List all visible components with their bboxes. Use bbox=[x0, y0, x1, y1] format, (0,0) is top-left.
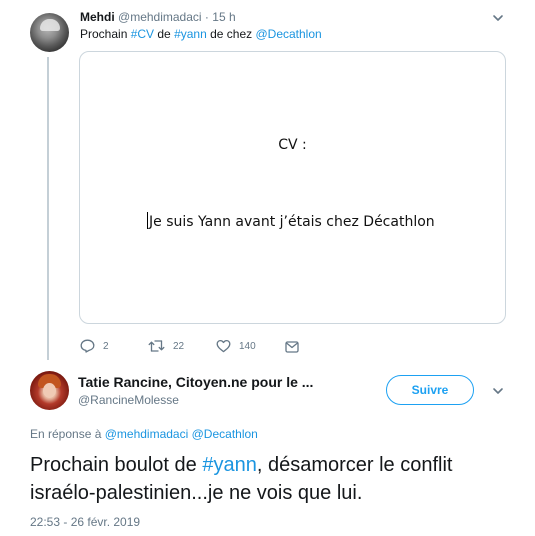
direct-message-button[interactable] bbox=[285, 338, 299, 354]
like-icon bbox=[216, 339, 231, 353]
display-name[interactable]: Tatie Rancine, Citoyen.ne pour le ... bbox=[78, 374, 313, 390]
hashtag-link[interactable]: #yann bbox=[202, 454, 257, 476]
tweet-text-segment: Prochain boulot de bbox=[30, 454, 203, 476]
reply-prefix: En réponse à bbox=[30, 427, 105, 441]
follow-button[interactable]: Suivre bbox=[386, 375, 474, 405]
user-handle[interactable]: @RancineMolesse bbox=[78, 393, 179, 407]
hashtag-link[interactable]: #CV bbox=[131, 27, 154, 41]
reply-icon bbox=[80, 339, 95, 353]
separator: · bbox=[204, 10, 209, 24]
hashtag-link[interactable]: #yann bbox=[174, 27, 207, 41]
avatar[interactable] bbox=[30, 13, 69, 52]
thread-line bbox=[47, 57, 49, 360]
like-button[interactable]: 140 bbox=[216, 338, 256, 354]
avatar[interactable] bbox=[30, 371, 69, 410]
retweet-button[interactable]: 22 bbox=[148, 338, 184, 354]
image-body-label: Je suis Yann avant j’étais chez Décathlo… bbox=[149, 214, 435, 230]
display-name[interactable]: Mehdi bbox=[80, 10, 115, 24]
reply-button[interactable]: 2 bbox=[80, 338, 109, 354]
tweet-text-segment: Prochain bbox=[80, 27, 131, 41]
reply-context: En réponse à @mehdimadaci @Decathlon bbox=[30, 427, 258, 441]
image-title-text: CV : bbox=[278, 137, 307, 153]
reply-count: 2 bbox=[103, 340, 109, 352]
tweet-header: Mehdi @mehdimadaci · 15 h bbox=[80, 10, 236, 24]
mention-link[interactable]: @Decathlon bbox=[255, 27, 321, 41]
chevron-down-icon[interactable] bbox=[492, 12, 504, 24]
image-body-text: Je suis Yann avant j’étais chez Décathlo… bbox=[147, 212, 435, 230]
attached-image[interactable]: CV : Je suis Yann avant j’étais chez Déc… bbox=[79, 51, 506, 324]
tweet-text-segment: de chez bbox=[206, 27, 256, 41]
tweet-text-segment: de bbox=[154, 27, 175, 41]
retweet-count: 22 bbox=[173, 340, 185, 352]
tweet-text: Prochain #CV de #yann de chez @Decathlon bbox=[80, 27, 322, 41]
tweet-time[interactable]: 15 h bbox=[212, 10, 235, 24]
text-cursor bbox=[147, 212, 148, 229]
mention-link[interactable]: @Decathlon bbox=[192, 427, 258, 441]
chevron-down-icon[interactable] bbox=[492, 385, 504, 397]
like-count: 140 bbox=[239, 340, 256, 352]
mention-link[interactable]: @mehdimadaci bbox=[105, 427, 189, 441]
retweet-icon bbox=[148, 340, 165, 352]
direct-message-icon bbox=[285, 341, 299, 353]
tweet-timestamp[interactable]: 22:53 - 26 févr. 2019 bbox=[30, 515, 140, 529]
user-handle[interactable]: @mehdimadaci bbox=[118, 10, 202, 24]
tweet-text: Prochain boulot de #yann, désamorcer le … bbox=[30, 451, 520, 507]
